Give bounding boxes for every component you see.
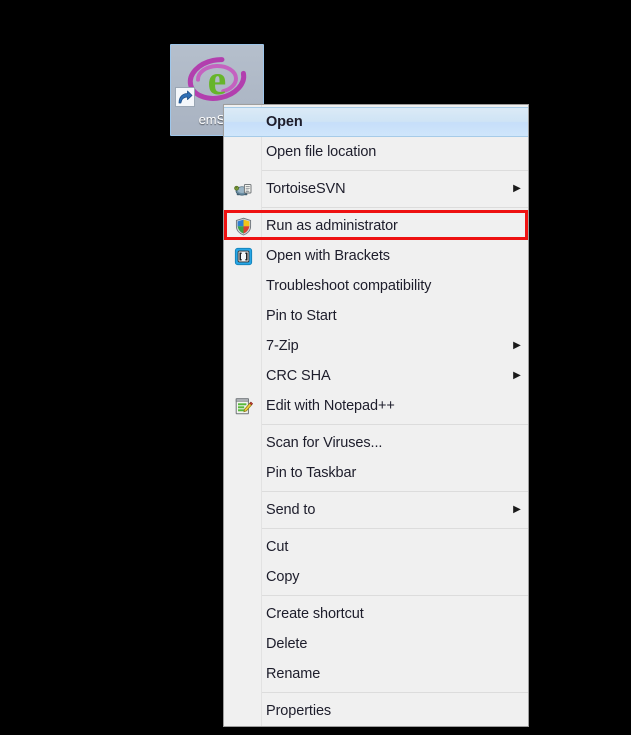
menu-item-pin-to-start[interactable]: Pin to Start (224, 301, 528, 331)
menu-item-troubleshoot-compatibility[interactable]: Troubleshoot compatibility (224, 271, 528, 301)
menu-item-label: Cut (266, 539, 289, 555)
submenu-arrow-icon: ▶ (513, 370, 521, 381)
menu-separator (224, 167, 528, 174)
menu-item-label: 7-Zip (266, 338, 299, 354)
menu-separator (224, 689, 528, 696)
menu-item-label: Delete (266, 636, 308, 652)
menu-separator (224, 204, 528, 211)
submenu-arrow-icon: ▶ (513, 340, 521, 351)
menu-item-7-zip[interactable]: 7-Zip ▶ (224, 331, 528, 361)
menu-item-send-to[interactable]: Send to ▶ (224, 495, 528, 525)
menu-item-label: CRC SHA (266, 368, 331, 384)
menu-item-icon-slot (224, 599, 262, 629)
menu-item-icon-slot (224, 391, 262, 421)
menu-separator (224, 525, 528, 532)
menu-item-scan-for-viruses[interactable]: Scan for Viruses... (224, 428, 528, 458)
menu-item-copy[interactable]: Copy (224, 562, 528, 592)
menu-item-open-file-location[interactable]: Open file location (224, 137, 528, 167)
menu-item-icon-slot (224, 532, 262, 562)
menu-item-rename[interactable]: Rename (224, 659, 528, 689)
menu-item-label: Copy (266, 569, 300, 585)
submenu-arrow-icon: ▶ (513, 183, 521, 194)
menu-separator (224, 488, 528, 495)
menu-item-icon-slot (224, 428, 262, 458)
menu-item-run-as-administrator[interactable]: Run as administrator (224, 211, 528, 241)
menu-item-icon-slot (224, 174, 262, 204)
menu-item-icon-slot (224, 137, 262, 167)
menu-item-delete[interactable]: Delete (224, 629, 528, 659)
menu-item-label: Open file location (266, 144, 377, 160)
menu-item-label: Troubleshoot compatibility (266, 278, 432, 294)
context-menu-list: Open Open file location TortoiseSVN ▶ Run as… (224, 107, 528, 726)
menu-item-icon-slot (224, 211, 262, 241)
menu-item-icon-slot (224, 562, 262, 592)
brackets-icon (234, 247, 253, 266)
menu-item-label: Pin to Start (266, 308, 337, 324)
menu-item-icon-slot (224, 361, 262, 391)
menu-item-crc-sha[interactable]: CRC SHA ▶ (224, 361, 528, 391)
menu-item-cut[interactable]: Cut (224, 532, 528, 562)
menu-item-label: TortoiseSVN (266, 181, 346, 197)
menu-item-label: Edit with Notepad++ (266, 398, 395, 414)
menu-item-pin-to-taskbar[interactable]: Pin to Taskbar (224, 458, 528, 488)
menu-separator (224, 421, 528, 428)
menu-item-create-shortcut[interactable]: Create shortcut (224, 599, 528, 629)
menu-item-label: Run as administrator (266, 218, 398, 234)
tortoise-svn-icon (233, 180, 253, 199)
menu-item-label: Open with Brackets (266, 248, 390, 264)
submenu-arrow-icon: ▶ (513, 504, 521, 515)
menu-item-label: Pin to Taskbar (266, 465, 357, 481)
menu-item-icon-slot (224, 301, 262, 331)
shortcut-overlay-icon (175, 87, 195, 107)
menu-item-label: Open (266, 114, 303, 130)
uac-shield-icon (234, 217, 253, 236)
menu-item-tortoisesvn[interactable]: TortoiseSVN ▶ (224, 174, 528, 204)
menu-item-label: Properties (266, 703, 332, 719)
notepad-plus-plus-icon (234, 397, 253, 416)
menu-separator (224, 592, 528, 599)
menu-item-label: Scan for Viruses... (266, 435, 383, 451)
menu-item-icon-slot (224, 696, 262, 726)
menu-item-icon-slot (224, 271, 262, 301)
context-menu[interactable]: Open Open file location TortoiseSVN ▶ Run as… (223, 104, 529, 727)
menu-item-label: Create shortcut (266, 606, 364, 622)
menu-item-icon-slot (224, 495, 262, 525)
menu-item-properties[interactable]: Properties (224, 696, 528, 726)
menu-item-icon-slot (224, 629, 262, 659)
menu-item-edit-with-notepadplusplus[interactable]: Edit with Notepad++ (224, 391, 528, 421)
menu-item-icon-slot (224, 241, 262, 271)
menu-item-icon-slot (224, 458, 262, 488)
menu-item-open-with-brackets[interactable]: Open with Brackets (224, 241, 528, 271)
menu-item-label: Rename (266, 666, 321, 682)
menu-item-icon-slot (224, 659, 262, 689)
menu-item-open[interactable]: Open (224, 107, 528, 137)
menu-item-label: Send to (266, 502, 316, 518)
menu-item-icon-slot (224, 331, 262, 361)
menu-item-icon-slot (224, 107, 262, 137)
svg-text:e: e (208, 58, 227, 104)
